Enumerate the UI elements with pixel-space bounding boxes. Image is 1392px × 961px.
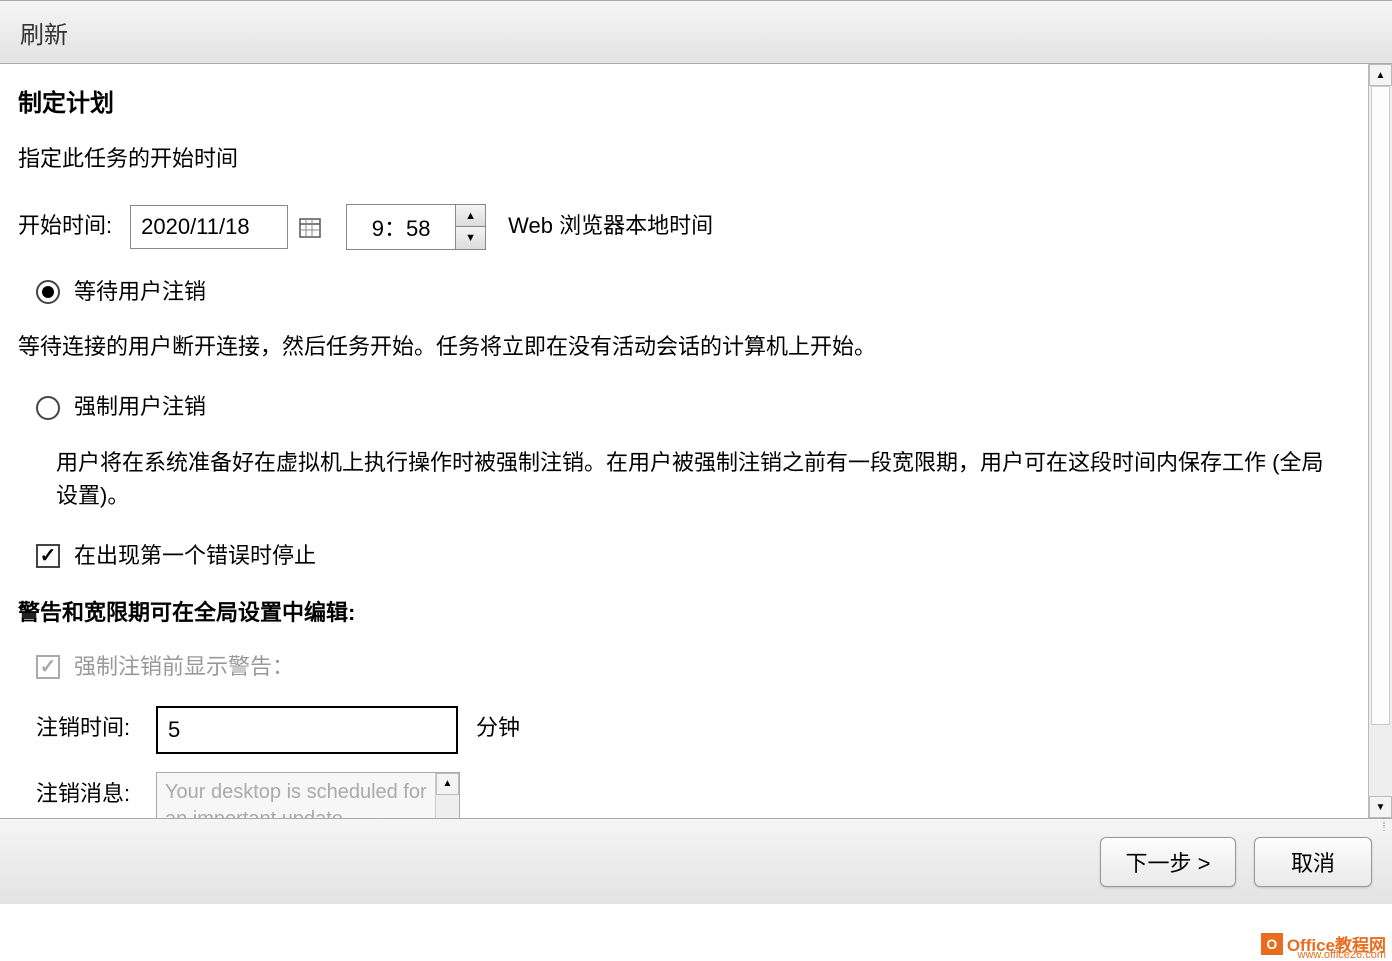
checkbox-warn-label: 强制注销前显示警告： [74,653,294,682]
scroll-thumb[interactable] [1371,86,1390,725]
textarea-scrollbar[interactable]: ▲ ▼ [435,773,459,818]
logoff-msg-row: 注销消息: ▲ ▼ [36,772,1350,818]
content-area: 制定计划 指定此任务的开始时间 开始时间: ▲ ▼ Web 浏览器本地时间 等待… [0,64,1368,818]
radio-force-row[interactable]: 强制用户注销 [36,393,1350,422]
next-button[interactable]: 下一步 > [1100,837,1236,887]
watermark-logo-icon: O [1261,933,1283,955]
logoff-time-unit: 分钟 [476,706,520,743]
radio-wait-label: 等待用户注销 [74,278,206,307]
time-down-button[interactable]: ▼ [456,227,485,249]
radio-wait[interactable] [36,280,60,304]
logoff-time-label: 注销时间: [36,706,156,743]
date-input[interactable] [130,205,288,249]
vertical-scrollbar[interactable]: ▲ ▼ [1368,64,1392,818]
time-input[interactable] [347,205,455,249]
scroll-down-icon[interactable]: ▼ [1369,796,1392,818]
radio-wait-row[interactable]: 等待用户注销 [36,278,1350,307]
checkbox-stop-label: 在出现第一个错误时停止 [74,542,316,571]
footer-bar: 下一步 > 取消 [0,818,1392,904]
calendar-icon[interactable] [298,215,322,239]
window-title: 刷新 [20,15,68,50]
cancel-button[interactable]: 取消 [1254,837,1372,887]
logoff-msg-wrap: ▲ ▼ [156,772,460,818]
start-time-label: 开始时间: [18,212,112,241]
wait-description: 等待连接的用户断开连接，然后任务开始。任务将立即在没有活动会话的计算机上开始。 [18,330,1350,363]
watermark-url: www.office26.com [1298,949,1386,961]
textarea-scroll-track[interactable] [436,795,459,818]
timezone-label: Web 浏览器本地时间 [508,212,713,241]
start-time-row: 开始时间: ▲ ▼ Web 浏览器本地时间 [18,204,1350,250]
textarea-scroll-up-icon[interactable]: ▲ [436,773,459,795]
checkbox-warn-before-logoff [36,655,60,679]
resize-grip-icon[interactable]: ⋮⋮⋮⋮ [1379,820,1391,840]
force-description: 用户将在系统准备好在虚拟机上执行操作时被强制注销。在用户被强制注销之前有一段宽限… [56,446,1330,512]
section-heading-plan: 制定计划 [18,88,1350,119]
plan-subtitle: 指定此任务的开始时间 [18,145,1350,174]
time-up-button[interactable]: ▲ [456,205,485,228]
section-heading-warning: 警告和宽限期可在全局设置中编辑: [18,599,1350,628]
logoff-time-row: 注销时间: 分钟 [36,706,1350,754]
scroll-track[interactable] [1369,86,1392,796]
radio-force-label: 强制用户注销 [74,393,206,422]
check-warn-row: 强制注销前显示警告： [36,653,1350,682]
radio-force[interactable] [36,396,60,420]
time-spinner: ▲ ▼ [346,204,486,250]
logoff-msg-textarea [157,773,435,818]
scroll-up-icon[interactable]: ▲ [1369,64,1392,86]
check-stop-row[interactable]: 在出现第一个错误时停止 [36,542,1350,571]
titlebar: 刷新 [0,0,1392,64]
logoff-msg-label: 注销消息: [36,772,156,809]
bottom-strip: O Office教程网 www.office26.com [0,904,1392,960]
checkbox-stop-on-error[interactable] [36,544,60,568]
logoff-time-input[interactable] [156,706,458,754]
